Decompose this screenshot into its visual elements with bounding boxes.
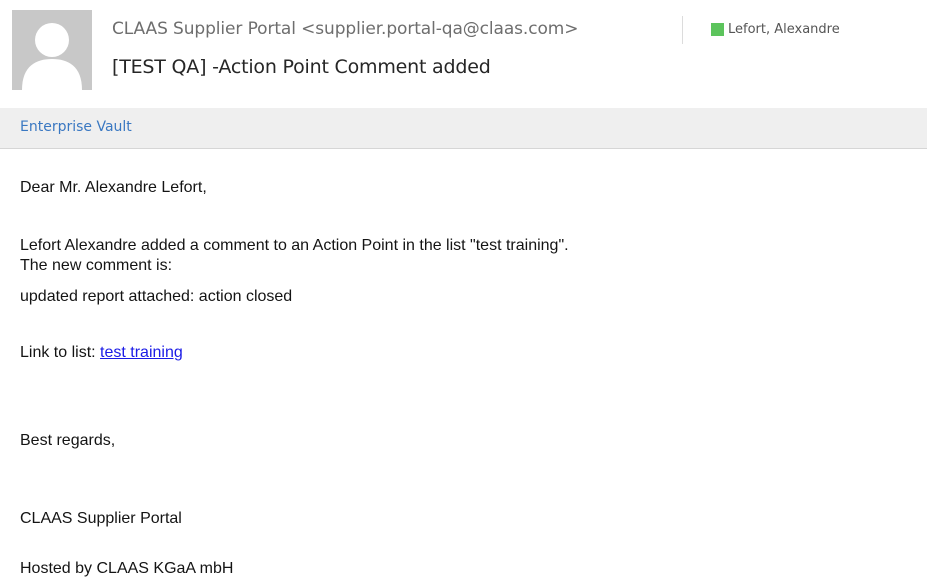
- header-divider: [682, 16, 683, 44]
- list-link-line: Link to list: test training: [20, 343, 183, 362]
- signature: CLAAS Supplier Portal: [20, 510, 182, 527]
- sender-address[interactable]: CLAAS Supplier Portal <supplier.portal-q…: [112, 19, 579, 39]
- recipient-name: Lefort, Alexandre: [728, 22, 840, 37]
- body-line-1: Lefort Alexandre added a comment to an A…: [20, 237, 569, 254]
- enterprise-vault-bar: Enterprise Vault: [0, 108, 927, 149]
- hosted-by: Hosted by CLAAS KGaA mbH: [20, 560, 234, 577]
- link-prefix: Link to list:: [20, 344, 101, 361]
- recipient[interactable]: Lefort, Alexandre: [711, 22, 840, 37]
- presence-status-icon: [711, 23, 724, 36]
- enterprise-vault-link[interactable]: Enterprise Vault: [20, 119, 132, 135]
- greeting: Dear Mr. Alexandre Lefort,: [20, 179, 207, 196]
- sender-avatar[interactable]: [12, 10, 92, 90]
- body-line-3: updated report attached: action closed: [20, 288, 293, 305]
- closing: Best regards,: [20, 432, 116, 449]
- message-header: CLAAS Supplier Portal <supplier.portal-q…: [0, 0, 927, 100]
- person-silhouette-icon: [12, 10, 92, 90]
- test-training-link[interactable]: test training: [100, 344, 183, 361]
- message-subject: [TEST QA] -Action Point Comment added: [112, 56, 491, 78]
- body-line-2: The new comment is:: [20, 257, 173, 274]
